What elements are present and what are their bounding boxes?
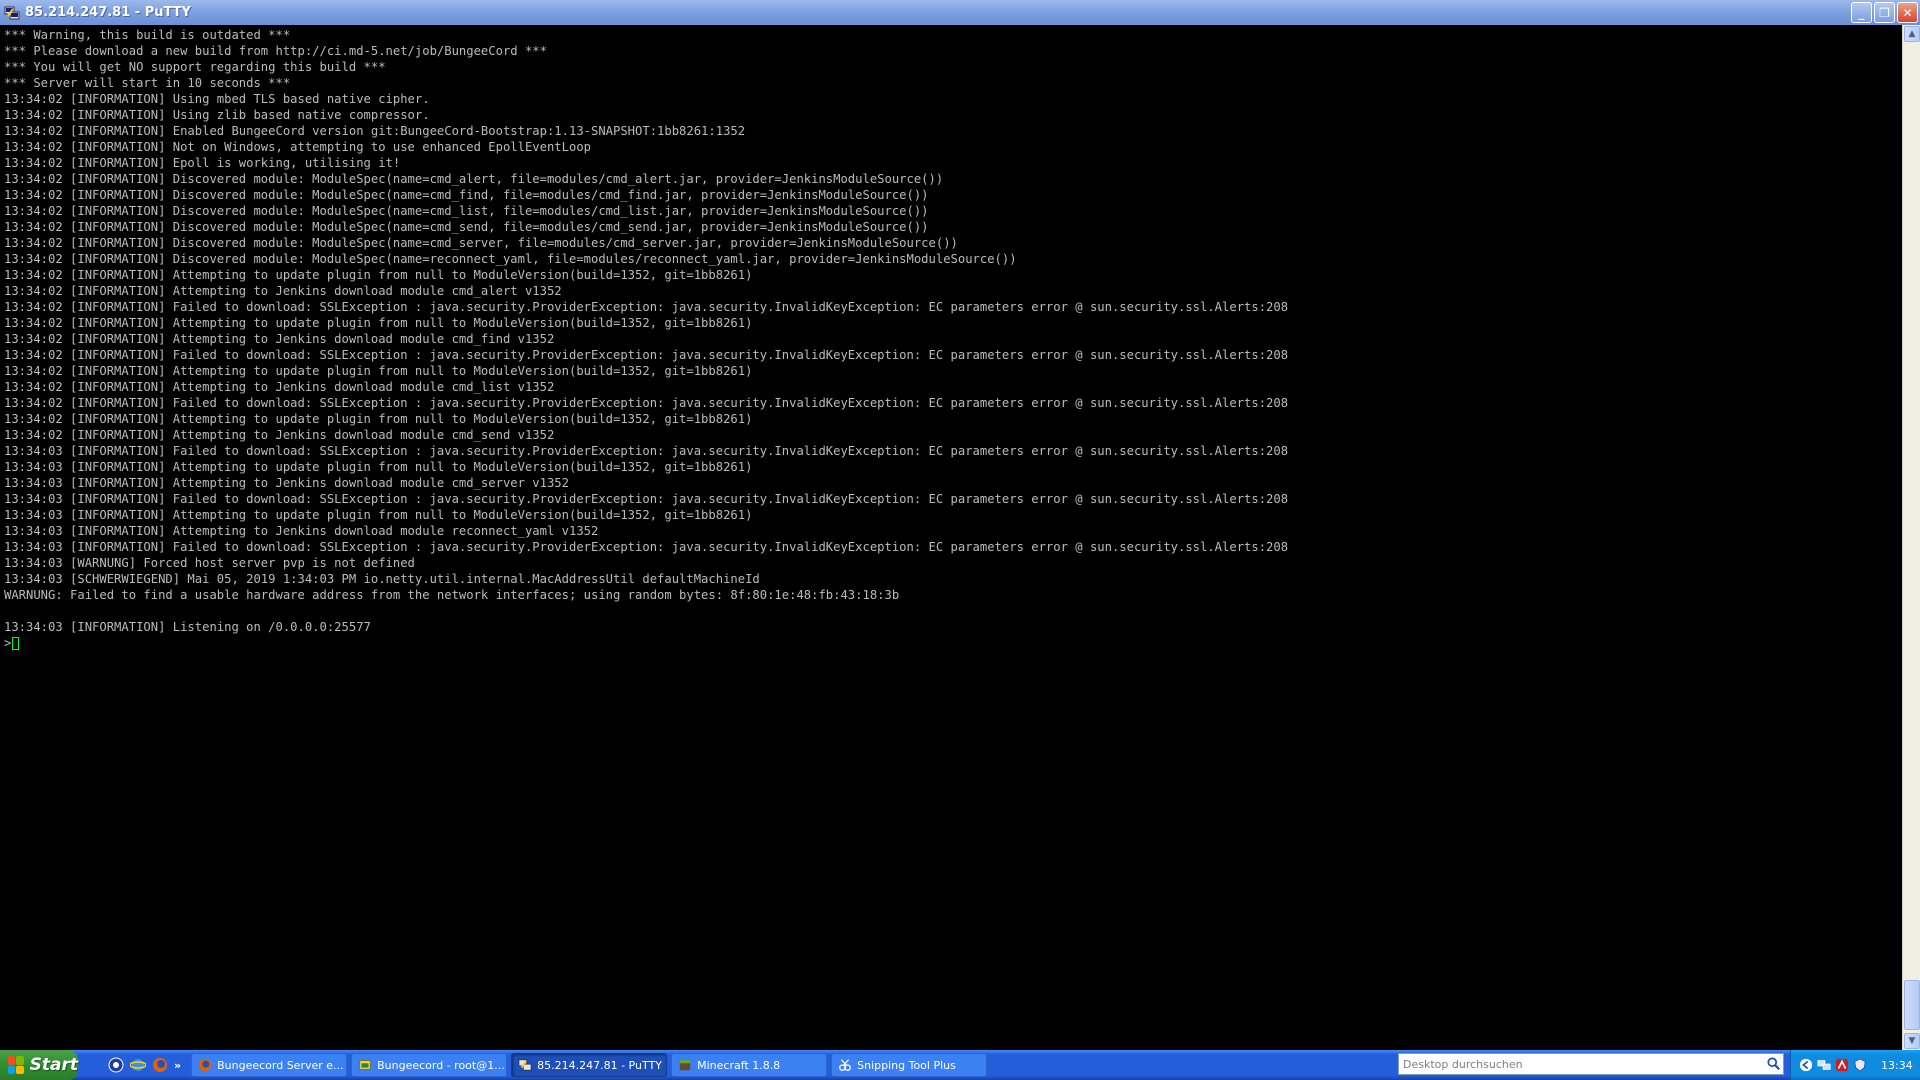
snipping-tool-icon bbox=[838, 1058, 852, 1072]
terminal-line: 13:34:03 [INFORMATION] Listening on /0.0… bbox=[4, 620, 371, 634]
terminal-line: 13:34:03 [INFORMATION] Attempting to Jen… bbox=[4, 524, 599, 538]
terminal-line: 13:34:02 [INFORMATION] Attempting to Jen… bbox=[4, 380, 555, 394]
terminal-line: 13:34:03 [INFORMATION] Attempting to upd… bbox=[4, 508, 753, 522]
task-item-bungeecord-browser[interactable]: Bungeecord Server e... bbox=[191, 1053, 348, 1077]
internet-explorer-icon[interactable] bbox=[130, 1057, 146, 1073]
task-item-label: Bungeecord - root@1... bbox=[377, 1058, 505, 1072]
terminal-line: 13:34:02 [INFORMATION] Discovered module… bbox=[4, 204, 929, 218]
terminal-line: 13:34:02 [INFORMATION] Attempting to Jen… bbox=[4, 332, 555, 346]
terminal-line: 13:34:02 [INFORMATION] Not on Windows, a… bbox=[4, 140, 591, 154]
terminal-line: 13:34:02 [INFORMATION] Attempting to upd… bbox=[4, 364, 753, 378]
search-icon[interactable] bbox=[1764, 1054, 1784, 1074]
command-prompt[interactable]: > bbox=[4, 635, 1902, 651]
terminal-line: 13:34:02 [INFORMATION] Attempting to upd… bbox=[4, 316, 753, 330]
terminal-line: 13:34:02 [INFORMATION] Using zlib based … bbox=[4, 108, 430, 122]
scroll-up-arrow-icon[interactable]: ▲ bbox=[1904, 26, 1920, 42]
terminal-line: 13:34:02 [INFORMATION] Discovered module… bbox=[4, 236, 958, 250]
terminal-line: 13:34:02 [INFORMATION] Epoll is working,… bbox=[4, 156, 401, 170]
firefox-icon[interactable] bbox=[152, 1057, 168, 1073]
terminal-line: 13:34:03 [INFORMATION] Attempting to Jen… bbox=[4, 476, 569, 490]
file-manager-icon bbox=[358, 1058, 372, 1072]
scroll-thumb[interactable] bbox=[1904, 980, 1920, 1030]
desktop-search-input[interactable] bbox=[1398, 1053, 1784, 1075]
terminal-line: 13:34:02 [INFORMATION] Attempting to upd… bbox=[4, 268, 753, 282]
terminal-line: 13:34:03 [INFORMATION] Attempting to upd… bbox=[4, 460, 753, 474]
task-item-label: 85.214.247.81 - PuTTY bbox=[537, 1058, 662, 1072]
taskbar: Start » Bungeecord Server e... Bungeecor… bbox=[0, 1050, 1920, 1080]
terminal-line: WARNUNG: Failed to find a usable hardwar… bbox=[4, 588, 900, 602]
task-item-label: Snipping Tool Plus bbox=[857, 1058, 956, 1072]
task-item-label: Minecraft 1.8.8 bbox=[697, 1058, 781, 1072]
task-item-snipping-tool[interactable]: Snipping Tool Plus bbox=[831, 1053, 988, 1077]
terminal-line: 13:34:03 [INFORMATION] Failed to downloa… bbox=[4, 444, 1289, 458]
terminal-line: 13:34:02 [INFORMATION] Discovered module… bbox=[4, 252, 1017, 266]
firefox-icon bbox=[198, 1058, 212, 1072]
window-title: 85.214.247.81 - PuTTY bbox=[25, 5, 191, 20]
task-item-putty[interactable]: 85.214.247.81 - PuTTY bbox=[511, 1053, 668, 1077]
task-items: Bungeecord Server e... Bungeecord - root… bbox=[191, 1053, 988, 1077]
terminal-output: *** Warning, this build is outdated *** *… bbox=[0, 25, 1902, 651]
antivirus-icon[interactable] bbox=[1835, 1058, 1849, 1072]
task-item-minecraft[interactable]: Minecraft 1.8.8 bbox=[671, 1053, 828, 1077]
network-icon[interactable] bbox=[1817, 1058, 1831, 1072]
task-item-bungeecord-files[interactable]: Bungeecord - root@1... bbox=[351, 1053, 508, 1077]
terminal-line: *** You will get NO support regarding th… bbox=[4, 60, 386, 74]
clock: 13:34 bbox=[1881, 1058, 1913, 1072]
minimize-button[interactable]: _ bbox=[1851, 2, 1872, 23]
terminal-line: 13:34:02 [INFORMATION] Discovered module… bbox=[4, 172, 944, 186]
putty-window: 85.214.247.81 - PuTTY _ ❐ ✕ *** Warning,… bbox=[0, 0, 1920, 1050]
text-cursor bbox=[12, 636, 20, 650]
system-tray: 13:34 bbox=[1790, 1050, 1920, 1080]
terminal-line: 13:34:03 [INFORMATION] Failed to downloa… bbox=[4, 492, 1289, 506]
back-arrow-icon[interactable] bbox=[1799, 1058, 1813, 1072]
start-button[interactable]: Start bbox=[0, 1050, 78, 1080]
terminal-line: 13:34:02 [INFORMATION] Attempting to upd… bbox=[4, 412, 753, 426]
scroll-down-arrow-icon[interactable]: ▼ bbox=[1904, 1033, 1920, 1049]
vertical-scrollbar[interactable]: ▲ ▼ bbox=[1902, 25, 1920, 1050]
minecraft-icon bbox=[678, 1058, 692, 1072]
quick-launch: » bbox=[108, 1057, 181, 1073]
terminal-line: 13:34:02 [INFORMATION] Failed to downloa… bbox=[4, 348, 1289, 362]
putty-icon bbox=[4, 5, 20, 21]
window-controls: _ ❐ ✕ bbox=[1851, 2, 1918, 23]
putty-icon bbox=[518, 1058, 532, 1072]
terminal-area[interactable]: *** Warning, this build is outdated *** *… bbox=[0, 25, 1902, 1050]
terminal-line: 13:34:02 [INFORMATION] Using mbed TLS ba… bbox=[4, 92, 430, 106]
terminal-line: 13:34:02 [INFORMATION] Attempting to Jen… bbox=[4, 428, 555, 442]
restore-button[interactable]: ❐ bbox=[1874, 2, 1895, 23]
terminal-line: 13:34:03 [INFORMATION] Failed to downloa… bbox=[4, 540, 1289, 554]
terminal-line: 13:34:02 [INFORMATION] Enabled BungeeCor… bbox=[4, 124, 746, 138]
start-label: Start bbox=[29, 1055, 78, 1075]
security-center-icon[interactable] bbox=[1853, 1058, 1867, 1072]
terminal-line: 13:34:03 [WARNUNG] Forced host server pv… bbox=[4, 556, 415, 570]
terminal-line: 13:34:02 [INFORMATION] Failed to downloa… bbox=[4, 396, 1289, 410]
title-bar[interactable]: 85.214.247.81 - PuTTY _ ❐ ✕ bbox=[0, 0, 1920, 25]
windows-flag-icon bbox=[8, 1056, 24, 1074]
terminal-line: *** Please download a new build from htt… bbox=[4, 44, 547, 58]
terminal-line: 13:34:02 [INFORMATION] Discovered module… bbox=[4, 220, 929, 234]
quick-launch-more-icon[interactable]: » bbox=[174, 1059, 181, 1072]
prompt-symbol: > bbox=[4, 636, 12, 650]
terminal-line: 13:34:02 [INFORMATION] Failed to downloa… bbox=[4, 300, 1289, 314]
terminal-line: 13:34:03 [SCHWERWIEGEND] Mai 05, 2019 1:… bbox=[4, 572, 760, 586]
close-button[interactable]: ✕ bbox=[1897, 2, 1918, 23]
terminal-line: *** Warning, this build is outdated *** bbox=[4, 28, 291, 42]
task-item-label: Bungeecord Server e... bbox=[217, 1058, 344, 1072]
show-desktop-icon[interactable] bbox=[108, 1057, 124, 1073]
terminal-line: *** Server will start in 10 seconds *** bbox=[4, 76, 291, 90]
terminal-line: 13:34:02 [INFORMATION] Attempting to Jen… bbox=[4, 284, 562, 298]
terminal-line: 13:34:02 [INFORMATION] Discovered module… bbox=[4, 188, 929, 202]
